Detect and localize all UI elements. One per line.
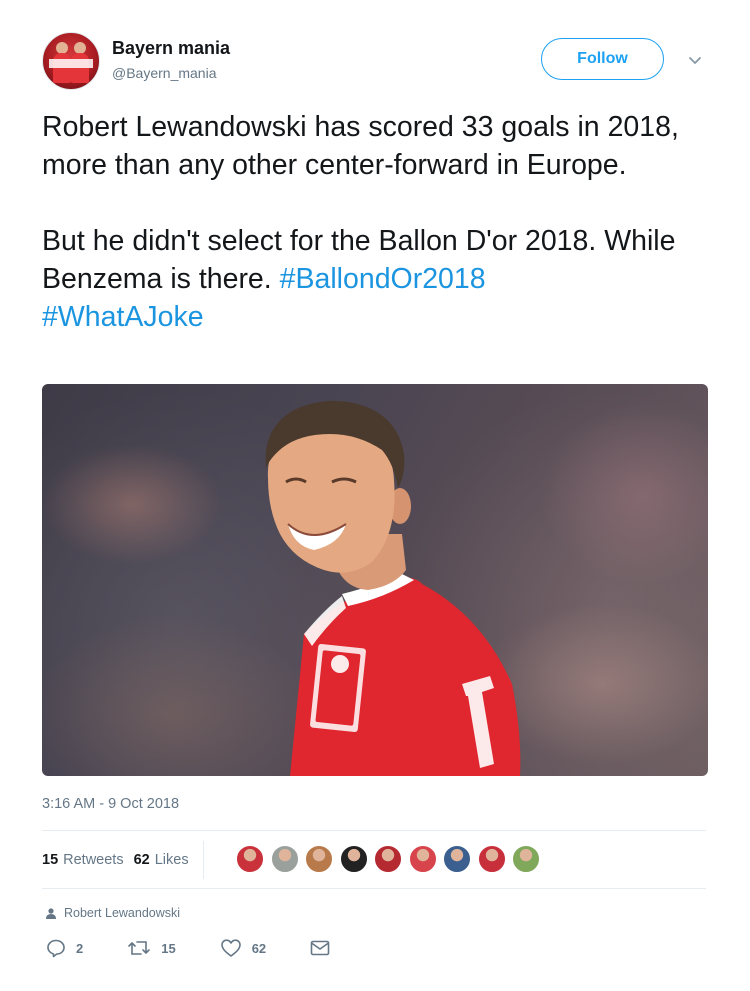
- retweet-count: 15: [161, 940, 176, 956]
- retweets-label[interactable]: Retweets: [63, 852, 123, 868]
- liker-avatar[interactable]: [305, 845, 333, 873]
- retweet-button[interactable]: 15: [127, 939, 176, 957]
- likes-count[interactable]: 62: [134, 852, 150, 868]
- envelope-icon: [310, 940, 330, 956]
- divider: [42, 830, 706, 831]
- reply-count: 2: [76, 940, 84, 956]
- display-name[interactable]: Bayern mania: [112, 38, 230, 59]
- person-icon: [46, 907, 56, 919]
- liker-avatar[interactable]: [374, 845, 402, 873]
- direct-message-button[interactable]: [310, 940, 340, 956]
- like-count: 62: [251, 940, 267, 956]
- tweet-text: Robert Lewandowski has scored 33 goals i…: [42, 108, 722, 336]
- liker-avatars: [236, 845, 547, 873]
- reply-context-name[interactable]: Robert Lewandowski: [64, 906, 180, 920]
- divider: [42, 888, 706, 889]
- liker-avatar[interactable]: [408, 845, 437, 873]
- liker-avatar[interactable]: [339, 845, 368, 873]
- profile-avatar[interactable]: [42, 32, 100, 90]
- avatar-figure: [71, 53, 89, 83]
- avatar-banner: [49, 59, 93, 68]
- likes-label[interactable]: Likes: [155, 852, 189, 868]
- heart-icon: [220, 939, 241, 957]
- liker-avatar[interactable]: [236, 845, 264, 873]
- tweet-actions: 2 15 62: [46, 938, 384, 958]
- tweet-timestamp[interactable]: 3:16 AM - 9 Oct 2018: [42, 796, 179, 812]
- liker-avatar[interactable]: [443, 845, 471, 873]
- avatar-figure: [53, 53, 71, 83]
- retweet-icon: [128, 941, 151, 955]
- hashtag-link[interactable]: #BallondOr2018: [280, 263, 486, 295]
- stats-separator: [202, 841, 204, 879]
- user-handle[interactable]: @Bayern_mania: [112, 65, 217, 81]
- engagement-stats: 15 Retweets 62 Likes: [42, 841, 216, 879]
- reply-button[interactable]: 2: [46, 938, 83, 958]
- reply-icon: [47, 939, 65, 958]
- tweet-photo[interactable]: [42, 384, 708, 776]
- liker-avatar[interactable]: [270, 845, 299, 873]
- retweets-count[interactable]: 15: [42, 852, 58, 868]
- liker-avatar[interactable]: [477, 845, 506, 873]
- tweet-paragraph-2: But he didn't select for the Ballon D'or…: [42, 222, 722, 336]
- tweet-paragraph-1: Robert Lewandowski has scored 33 goals i…: [42, 111, 679, 181]
- follow-button[interactable]: Follow: [541, 38, 664, 80]
- player-illustration: [265, 400, 521, 776]
- chevron-down-icon[interactable]: [686, 51, 704, 69]
- liker-avatar[interactable]: [512, 845, 540, 873]
- reply-context: Robert Lewandowski: [46, 906, 180, 920]
- like-button[interactable]: 62: [220, 938, 266, 958]
- hashtag-link[interactable]: #WhatAJoke: [42, 301, 204, 333]
